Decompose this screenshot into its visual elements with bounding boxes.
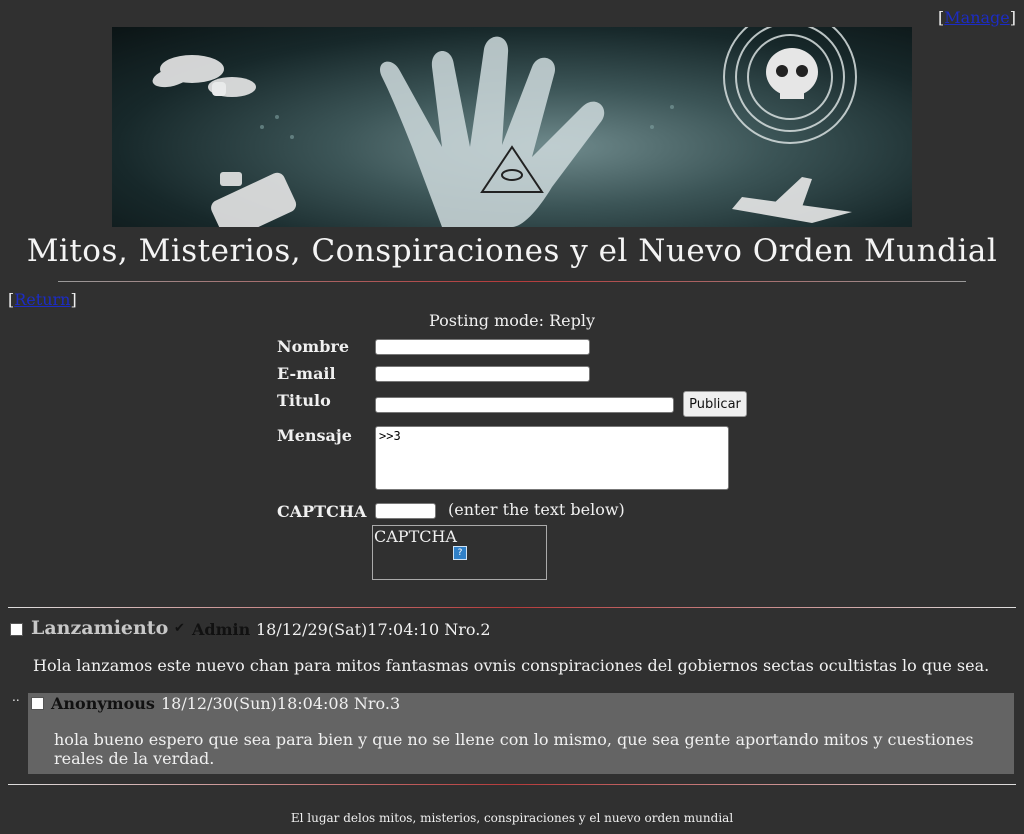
banner-illustration: [152, 27, 857, 227]
publish-button[interactable]: Publicar: [683, 391, 747, 417]
message-textarea[interactable]: >>3: [375, 426, 729, 490]
subject-input[interactable]: [375, 397, 674, 413]
email-input[interactable]: [375, 366, 590, 382]
captcha-label: CAPTCHA: [277, 502, 367, 521]
name-label: Nombre: [277, 337, 350, 356]
op-poster-name: Admin: [192, 620, 251, 639]
manage-link[interactable]: Manage: [944, 8, 1009, 27]
op-delete-checkbox[interactable]: [10, 623, 23, 636]
posting-mode: Posting mode: Reply: [428, 311, 596, 330]
captcha-input[interactable]: [375, 503, 436, 519]
reply-post: Anonymous 18/12/30(Sun)18:04:08 Nro.3 ho…: [28, 693, 1014, 774]
reply-datetime: 18/12/30(Sun)18:04:08 Nro.3: [161, 694, 400, 713]
reply-message: hola bueno espero que sea para bien y qu…: [54, 730, 974, 768]
reply-poster-name: Anonymous: [51, 694, 155, 713]
thread-divider: [8, 784, 1016, 785]
reply-date: 18/12/30(Sun)18:04:08: [161, 694, 349, 713]
reply-post-number[interactable]: Nro.3: [354, 694, 400, 713]
form-divider: [8, 607, 1016, 608]
reply-delete-checkbox[interactable]: [31, 697, 44, 710]
op-subject: Lanzamiento: [31, 617, 169, 639]
email-label: E-mail: [277, 364, 336, 383]
name-input[interactable]: [375, 339, 590, 355]
broken-image-icon[interactable]: ?: [453, 546, 467, 560]
title-divider: [58, 281, 966, 282]
captcha-image-text: CAPTCHA: [374, 527, 457, 546]
reply-marker: ..: [12, 690, 20, 704]
subject-label: Titulo: [277, 391, 331, 410]
op-date: 18/12/29(Sat)17:04:10: [256, 620, 440, 639]
admin-check-icon: ✔: [174, 621, 185, 636]
op-datetime: 18/12/29(Sat)17:04:10 Nro.2: [256, 620, 491, 639]
manage-link-wrapper: [Manage]: [938, 8, 1016, 27]
return-link[interactable]: Return: [14, 290, 70, 309]
op-message: Hola lanzamos este nuevo chan para mitos…: [33, 656, 990, 675]
return-link-wrapper: [Return]: [8, 290, 77, 309]
captcha-hint: (enter the text below): [448, 500, 625, 519]
board-title: Mitos, Misterios, Conspiraciones y el Nu…: [26, 233, 998, 269]
captcha-image: CAPTCHA ?: [372, 525, 547, 580]
footer-text: El lugar delos mitos, misterios, conspir…: [290, 811, 734, 825]
op-post-number[interactable]: Nro.2: [444, 620, 490, 639]
message-label: Mensaje: [277, 426, 352, 445]
banner-image: [112, 27, 912, 227]
